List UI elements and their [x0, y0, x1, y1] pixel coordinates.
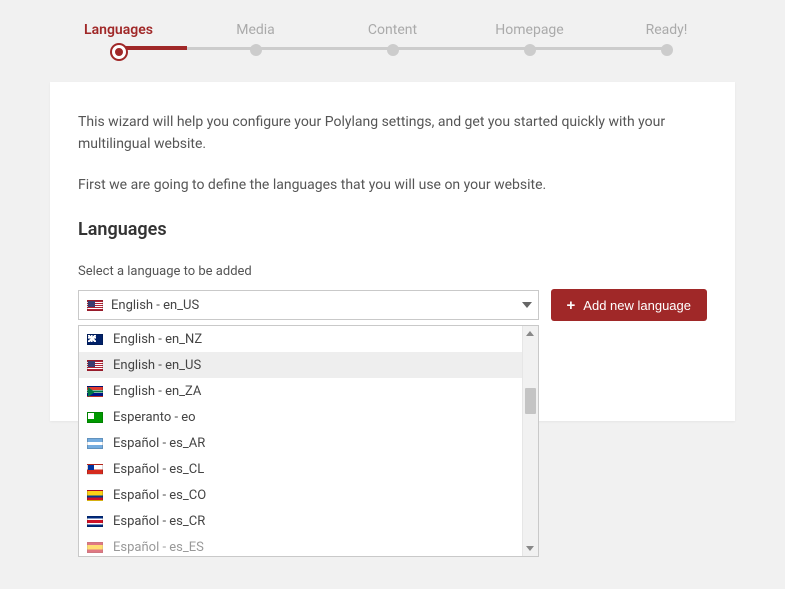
step-line — [119, 46, 188, 50]
flag-icon — [87, 516, 103, 527]
step-label: Homepage — [461, 22, 598, 38]
flag-icon — [87, 464, 103, 475]
step-label: Languages — [50, 22, 187, 38]
step-label: Content — [324, 22, 461, 38]
language-option[interactable]: English - en_US — [79, 352, 522, 378]
add-language-button[interactable]: + Add new language — [551, 289, 707, 321]
step-languages[interactable]: Languages — [50, 10, 187, 58]
flag-icon — [87, 360, 103, 371]
wizard-card: This wizard will help you configure your… — [50, 82, 735, 421]
language-option-label: English - en_US — [113, 358, 201, 373]
language-select-wrap: English - en_US English - en_NZEnglish -… — [78, 290, 539, 320]
language-option[interactable]: English - en_NZ — [79, 326, 522, 352]
language-select-row: English - en_US English - en_NZEnglish -… — [78, 289, 707, 321]
intro-text: This wizard will help you configure your… — [78, 112, 707, 155]
step-label: Ready! — [598, 22, 735, 38]
step-content[interactable]: Content — [324, 10, 461, 58]
language-option-label: English - en_NZ — [113, 332, 202, 347]
selected-language-label: English - en_US — [111, 298, 199, 313]
language-option-label: Español - es_CR — [113, 514, 205, 529]
flag-icon — [87, 542, 103, 553]
step-homepage[interactable]: Homepage — [461, 10, 598, 58]
language-option[interactable]: Español - es_CO — [79, 482, 522, 508]
step-line — [598, 47, 667, 50]
language-option[interactable]: Español - es_CR — [79, 508, 522, 534]
language-option-label: Español - es_CO — [113, 488, 206, 503]
field-label: Select a language to be added — [78, 264, 707, 279]
flag-icon — [87, 386, 103, 397]
flag-icon — [87, 490, 103, 501]
wizard-stepper: LanguagesMediaContentHomepageReady! — [0, 10, 785, 58]
language-option[interactable]: Español - es_ES — [79, 534, 522, 556]
language-option[interactable]: Español - es_AR — [79, 430, 522, 456]
language-option[interactable]: Español - es_CL — [79, 456, 522, 482]
step-dot-icon — [524, 44, 536, 56]
scroll-up-icon[interactable] — [523, 326, 538, 341]
language-option-label: Español - es_AR — [113, 436, 205, 451]
language-option-label: English - en_ZA — [113, 384, 201, 399]
plus-icon: + — [567, 298, 576, 313]
step-dot-icon — [250, 44, 262, 56]
scroll-down-icon[interactable] — [523, 541, 538, 556]
language-option[interactable]: Esperanto - eo — [79, 404, 522, 430]
language-option-label: Español - es_ES — [113, 540, 204, 555]
scroll-thumb[interactable] — [525, 388, 536, 414]
step-dot-icon — [661, 44, 673, 56]
section-title: Languages — [78, 219, 707, 240]
language-dropdown: English - en_NZ English - en_US English - … — [78, 325, 539, 557]
language-option-label: Español - es_CL — [113, 462, 204, 477]
selected-flag-icon — [87, 300, 103, 311]
language-dropdown-list: English - en_NZ English - en_US English - … — [79, 326, 522, 556]
intro-subtext: First we are going to define the languag… — [78, 175, 707, 197]
language-option-label: Esperanto - eo — [113, 410, 196, 425]
step-dot-icon — [112, 45, 126, 59]
flag-icon — [87, 412, 103, 423]
dropdown-scrollbar[interactable] — [522, 326, 538, 556]
step-dot-icon — [387, 44, 399, 56]
step-ready[interactable]: Ready! — [598, 10, 735, 58]
step-media[interactable]: Media — [187, 10, 324, 58]
chevron-down-icon — [522, 302, 532, 308]
language-option[interactable]: English - en_ZA — [79, 378, 522, 404]
add-language-label: Add new language — [583, 298, 691, 313]
flag-icon — [87, 334, 103, 345]
step-label: Media — [187, 22, 324, 38]
language-select[interactable]: English - en_US — [78, 290, 539, 320]
flag-icon — [87, 438, 103, 449]
